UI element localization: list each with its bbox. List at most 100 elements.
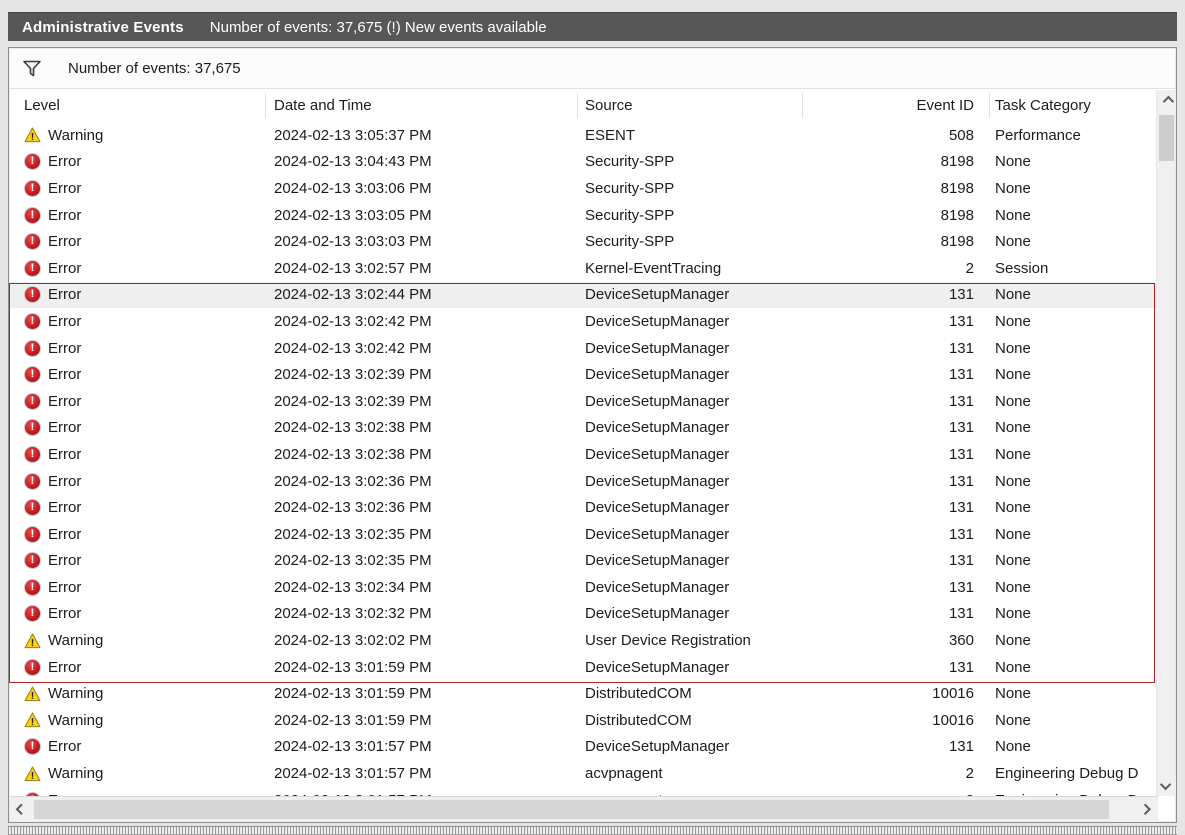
event-row[interactable]: !Error2024-02-13 3:02:32 PMDeviceSetupMa… [10, 601, 1158, 628]
task-category-cell: None [982, 738, 1158, 755]
event-id-cell: 131 [802, 738, 982, 755]
event-row[interactable]: !Error2024-02-13 3:02:38 PMDeviceSetupMa… [10, 441, 1158, 468]
column-divider[interactable] [989, 93, 990, 118]
scroll-up-button[interactable] [1157, 90, 1176, 110]
event-row[interactable]: !Error2024-02-13 3:02:35 PMDeviceSetupMa… [10, 548, 1158, 575]
window-header: Administrative Events Number of events: … [8, 12, 1177, 41]
task-category-cell: None [982, 605, 1158, 622]
level-cell: ! Error [10, 526, 265, 543]
level-cell: !Error [10, 260, 265, 277]
level-label: Error [48, 526, 81, 543]
event-row[interactable]: !Error2024-02-13 3:03:03 PMSecurity-SPP8… [10, 228, 1158, 255]
event-row[interactable]: !Error2024-02-13 3:02:34 PMDeviceSetupMa… [10, 574, 1158, 601]
event-id-cell: 131 [802, 446, 982, 463]
event-row[interactable]: !Error2024-02-13 3:03:06 PMSecurity-SPP8… [10, 175, 1158, 202]
column-header-date-time[interactable]: Date and Time [265, 97, 577, 114]
event-row[interactable]: !Error2024-02-13 3:02:42 PMDeviceSetupMa… [10, 308, 1158, 335]
task-category-cell: None [982, 207, 1158, 224]
event-id-cell: 131 [802, 393, 982, 410]
level-label: Error [48, 393, 81, 410]
event-id-cell: 8198 [802, 180, 982, 197]
event-row[interactable]: !Error2024-02-13 3:04:43 PMSecurity-SPP8… [10, 149, 1158, 176]
event-list-panel: Number of events: 37,675 Level Date and … [8, 47, 1177, 823]
date-time-cell: 2024-02-13 3:02:36 PM [265, 473, 577, 490]
svg-text:!: ! [31, 716, 35, 728]
event-row[interactable]: !Error2024-02-13 3:02:39 PMDeviceSetupMa… [10, 388, 1158, 415]
column-header-event-id[interactable]: Event ID [802, 97, 982, 114]
column-header-level[interactable]: Level [10, 97, 265, 114]
event-row[interactable]: !Error2024-02-13 3:02:36 PMDeviceSetupMa… [10, 468, 1158, 495]
event-row[interactable]: !Warning2024-02-13 3:01:57 PMacvpnagent2… [10, 760, 1158, 787]
event-id-cell: 8198 [802, 207, 982, 224]
event-row[interactable]: !Error2024-02-13 3:02:44 PMDeviceSetupMa… [10, 282, 1158, 309]
event-row[interactable]: !Warning2024-02-13 3:01:59 PMDistributed… [10, 707, 1158, 734]
source-cell: DeviceSetupManager [577, 366, 802, 383]
event-row[interactable]: !Warning2024-02-13 3:01:59 PMDistributed… [10, 680, 1158, 707]
column-header-task-category[interactable]: Task Category [982, 97, 1158, 114]
scroll-down-button[interactable] [1157, 776, 1176, 796]
horizontal-scrollbar[interactable] [10, 796, 1158, 822]
event-row[interactable]: !Error2024-02-13 3:02:39 PMDeviceSetupMa… [10, 361, 1158, 388]
event-row[interactable]: !Error2024-02-13 3:02:38 PMDeviceSetupMa… [10, 415, 1158, 442]
event-row[interactable]: !Error2024-02-13 3:01:57 PMDeviceSetupMa… [10, 734, 1158, 761]
error-icon: ! [24, 499, 41, 516]
date-time-cell: 2024-02-13 3:03:06 PM [265, 180, 577, 197]
event-row[interactable]: !Warning2024-02-13 3:05:37 PMESENT508Per… [10, 122, 1158, 149]
error-icon: ! [24, 233, 41, 250]
level-label: Error [48, 659, 81, 676]
event-row[interactable]: !Error2024-02-13 3:01:57 PMacvpnagent2En… [10, 787, 1158, 796]
error-icon: ! [24, 659, 41, 676]
event-id-cell: 131 [802, 499, 982, 516]
event-row[interactable]: !Error2024-02-13 3:01:59 PMDeviceSetupMa… [10, 654, 1158, 681]
date-time-cell: 2024-02-13 3:01:59 PM [265, 712, 577, 729]
svg-text:!: ! [31, 690, 35, 702]
source-cell: DeviceSetupManager [577, 419, 802, 436]
task-category-cell: None [982, 180, 1158, 197]
task-category-cell: None [982, 526, 1158, 543]
task-category-cell: None [982, 419, 1158, 436]
event-row[interactable]: !Error2024-02-13 3:02:36 PMDeviceSetupMa… [10, 494, 1158, 521]
date-time-cell: 2024-02-13 3:02:44 PM [265, 286, 577, 303]
task-category-cell: None [982, 446, 1158, 463]
chevron-left-icon [16, 803, 27, 814]
level-cell: !Error [10, 153, 265, 170]
level-label: Error [48, 579, 81, 596]
event-id-cell: 131 [802, 313, 982, 330]
column-header-source[interactable]: Source [577, 97, 802, 114]
task-category-cell: None [982, 579, 1158, 596]
event-row[interactable]: !Error2024-02-13 3:03:05 PMSecurity-SPP8… [10, 202, 1158, 229]
source-cell: DeviceSetupManager [577, 446, 802, 463]
level-label: Error [48, 260, 81, 277]
event-id-cell: 10016 [802, 685, 982, 702]
vertical-scrollbar-thumb[interactable] [1159, 115, 1174, 161]
event-row[interactable]: !Error2024-02-13 3:02:35 PMDeviceSetupMa… [10, 521, 1158, 548]
task-category-cell: None [982, 499, 1158, 516]
error-icon: ! [24, 579, 41, 596]
source-cell: DeviceSetupManager [577, 313, 802, 330]
event-id-cell: 2 [802, 260, 982, 277]
event-row[interactable]: !Error2024-02-13 3:02:42 PMDeviceSetupMa… [10, 335, 1158, 362]
event-id-cell: 131 [802, 473, 982, 490]
source-cell: DeviceSetupManager [577, 499, 802, 516]
vertical-scrollbar[interactable] [1156, 90, 1175, 796]
window-bottom-edge [8, 826, 1177, 835]
event-row[interactable]: !Warning2024-02-13 3:02:02 PMUser Device… [10, 627, 1158, 654]
date-time-cell: 2024-02-13 3:02:42 PM [265, 340, 577, 357]
scroll-left-button[interactable] [12, 797, 32, 822]
date-time-cell: 2024-02-13 3:02:38 PM [265, 446, 577, 463]
event-row[interactable]: !Error2024-02-13 3:02:57 PMKernel-EventT… [10, 255, 1158, 282]
error-icon: ! [24, 180, 41, 197]
column-divider[interactable] [265, 93, 266, 118]
level-label: Error [48, 180, 81, 197]
scroll-right-button[interactable] [1136, 797, 1156, 822]
date-time-cell: 2024-02-13 3:02:57 PM [265, 260, 577, 277]
horizontal-scrollbar-thumb[interactable] [34, 800, 1109, 819]
level-label: Error [48, 340, 81, 357]
level-cell: !Error [10, 605, 265, 622]
error-icon: ! [24, 526, 41, 543]
level-label: Error [48, 286, 81, 303]
column-divider[interactable] [577, 93, 578, 118]
column-divider[interactable] [802, 93, 803, 118]
date-time-cell: 2024-02-13 3:03:05 PM [265, 207, 577, 224]
source-cell: DeviceSetupManager [577, 473, 802, 490]
